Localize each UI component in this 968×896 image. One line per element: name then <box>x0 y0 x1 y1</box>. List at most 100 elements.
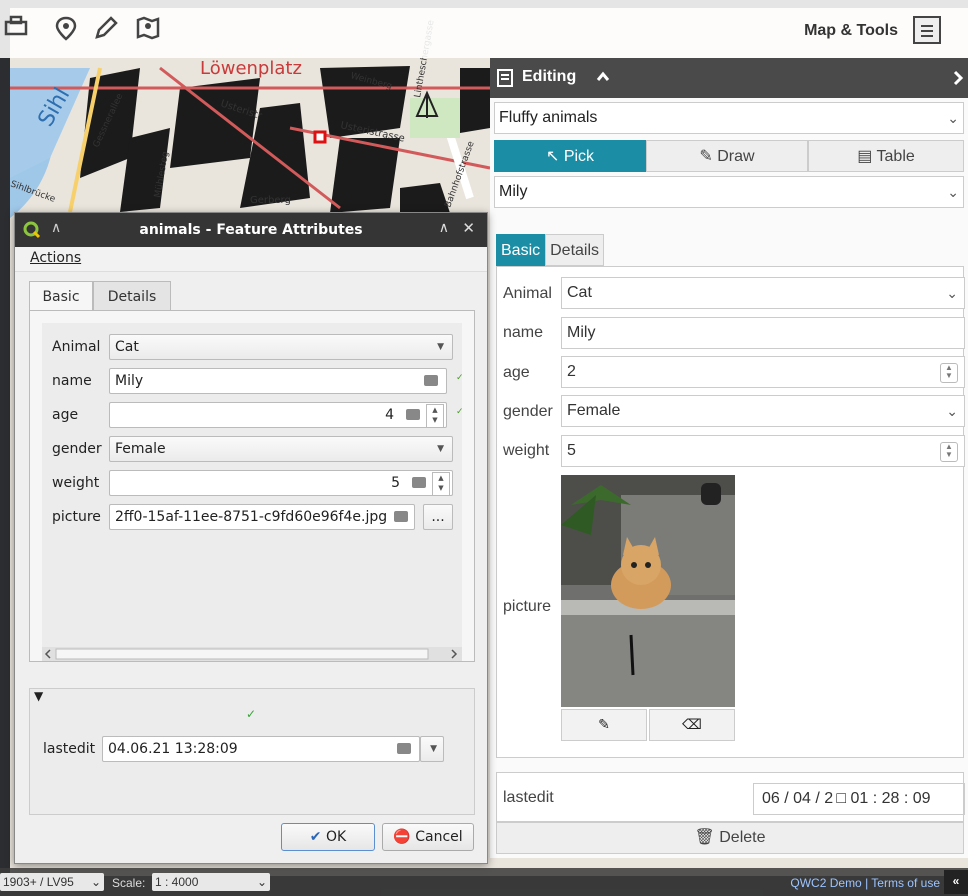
tab-basic[interactable]: Basic <box>496 234 546 266</box>
spinner-arrows-icon[interactable]: ▲ ▼ <box>432 472 450 495</box>
clear-icon[interactable] <box>394 511 408 522</box>
scale-select[interactable]: 1 : 4000 ⌄ <box>152 873 270 891</box>
dlg-name-label: name <box>52 373 92 389</box>
dlg-name-value: Mily <box>115 373 144 389</box>
chevron-down-icon: ⌄ <box>256 875 267 889</box>
age-input[interactable]: 2 ▲ ▼ <box>561 356 965 388</box>
clear-icon[interactable] <box>424 375 438 386</box>
map-label-gerberg: Gerberg <box>250 195 291 206</box>
cancel-button-label: Cancel <box>415 829 463 845</box>
editing-tabs: Basic Details <box>496 234 605 266</box>
gender-select[interactable]: Female ⌄ <box>561 395 965 427</box>
close-icon[interactable]: ✕ <box>462 219 475 237</box>
feature-attributes-dialog: ∧ animals - Feature Attributes ∧ ✕ Actio… <box>14 212 488 864</box>
chevron-down-icon: ⌄ <box>90 875 101 889</box>
dlg-age-spinbox[interactable]: 4 ▲ ▼ <box>109 402 447 428</box>
table-button[interactable]: ▤ Table <box>808 140 964 172</box>
animal-label: Animal <box>503 285 552 302</box>
dialog-titlebar[interactable]: ∧ animals - Feature Attributes ∧ ✕ <box>15 213 487 247</box>
tab-details[interactable]: Details <box>545 234 605 266</box>
layer-select-value: Fluffy animals <box>499 109 598 126</box>
dlg-lastedit-input[interactable]: 04.06.21 13:28:09 <box>102 736 420 762</box>
animal-select[interactable]: Cat ⌄ <box>561 277 965 309</box>
browse-button[interactable]: ... <box>423 504 453 530</box>
delete-button[interactable]: 🗑 Delete <box>496 822 964 854</box>
dlg-lastedit-label: lastedit <box>43 741 96 757</box>
chevron-down-icon: ⌄ <box>946 403 958 419</box>
valid-check-icon: ✓ <box>246 707 257 721</box>
top-toolbar: Map & Tools <box>0 0 968 58</box>
dialog-tab-basic[interactable]: Basic <box>29 281 93 313</box>
weight-input-value: 5 <box>567 442 576 459</box>
trash-icon: 🗑 <box>694 829 715 846</box>
datetime-dropdown[interactable]: ▼ <box>420 736 444 762</box>
feature-select[interactable]: Mily ⌄ <box>494 176 964 208</box>
spinner-arrows-icon[interactable]: ▲ ▼ <box>426 404 444 427</box>
map-pin-icon[interactable] <box>134 14 162 42</box>
measure-icon[interactable] <box>52 14 80 42</box>
lastedit-datetime-input[interactable]: 06 / 04 / 2 □ 01 : 28 : 09 <box>753 783 965 815</box>
name-label: name <box>503 324 544 341</box>
status-bar: 1903+ / LV95 ⌄ Scale: 1 : 4000 ⌄ QWC2 De… <box>0 868 968 896</box>
editing-title: Editing <box>522 68 577 85</box>
dlg-gender-value: Female <box>115 441 166 457</box>
dlg-gender-label: gender <box>52 441 102 457</box>
maximize-icon[interactable]: ∧ <box>439 220 449 236</box>
editing-icon <box>497 69 513 87</box>
age-spinner[interactable]: ▲ ▼ <box>940 363 958 383</box>
collapse-caret-icon[interactable] <box>596 71 610 83</box>
ok-button[interactable]: ✔ OK <box>281 823 375 851</box>
dlg-weight-value: 5 <box>391 475 400 491</box>
dialog-tab-details[interactable]: Details <box>93 281 171 311</box>
weight-input[interactable]: 5 ▲ ▼ <box>561 435 965 467</box>
dlg-lastedit-value: 04.06.21 13:28:09 <box>108 741 238 757</box>
footer-links[interactable]: QWC2 Demo | Terms of use <box>790 876 940 890</box>
scale-label: Scale: <box>112 876 146 890</box>
dlg-age-value: 4 <box>385 407 394 423</box>
dlg-animal-combo[interactable]: Cat ▼ <box>109 334 453 360</box>
clear-icon[interactable] <box>412 477 426 488</box>
crs-select[interactable]: 1903+ / LV95 ⌄ <box>0 873 104 891</box>
edit-photo-button[interactable]: ✎ <box>561 709 647 741</box>
pick-button[interactable]: ↖ Pick <box>494 140 646 172</box>
collapse-sidebar-button[interactable]: « <box>944 870 968 894</box>
print-icon[interactable] <box>4 14 32 42</box>
clear-icon[interactable] <box>406 409 420 420</box>
cancel-button[interactable]: ⛔ Cancel <box>382 823 474 851</box>
map-feature-marker[interactable] <box>313 130 327 144</box>
menu-button[interactable] <box>913 16 941 44</box>
draw-button[interactable]: ✎ Draw <box>646 140 808 172</box>
dlg-weight-spinbox[interactable]: 5 ▲ ▼ <box>109 470 453 496</box>
crs-select-value: 1903+ / LV95 <box>3 875 74 889</box>
pencil-icon[interactable] <box>92 14 120 42</box>
scale-select-value: 1 : 4000 <box>155 875 199 889</box>
clear-photo-button[interactable]: ⌫ <box>649 709 735 741</box>
dlg-name-input[interactable]: Mily <box>109 368 447 394</box>
editing-form: Animal Cat ⌄ name Mily age 2 ▲ ▼ gender F… <box>496 266 965 758</box>
dlg-animal-value: Cat <box>115 339 139 355</box>
editing-header: Editing <box>490 58 968 98</box>
layer-select[interactable]: Fluffy animals ⌄ <box>494 102 964 134</box>
dropdown-arrow-icon: ▼ <box>437 342 444 352</box>
weight-spinner[interactable]: ▲ ▼ <box>940 442 958 462</box>
delete-button-label: Delete <box>719 829 766 846</box>
chevron-down-icon: ⌄ <box>946 285 958 301</box>
clear-icon[interactable] <box>397 743 411 754</box>
chevron-down-icon: ⌄ <box>947 184 959 200</box>
panel-close-arrow-icon[interactable] <box>952 70 964 86</box>
checkmark-icon: ✔ <box>309 829 322 845</box>
clear-icon: ⌫ <box>682 717 702 733</box>
animal-select-value: Cat <box>567 284 592 301</box>
collapse-triangle-icon[interactable]: ▼ <box>34 689 43 703</box>
dialog-menubar: Actions <box>15 247 487 272</box>
dlg-animal-label: Animal <box>52 339 101 355</box>
dropdown-arrow-icon: ▼ <box>430 744 437 754</box>
dlg-picture-input[interactable]: 2ff0-15af-11ee-8751-c9fd60e96f4e.jpg <box>109 504 415 530</box>
horizontal-scrollbar[interactable] <box>42 647 462 661</box>
menu-actions[interactable]: Actions <box>30 250 81 266</box>
picture-label: picture <box>503 598 552 615</box>
dialog-title: animals - Feature Attributes <box>139 222 363 238</box>
dlg-gender-combo[interactable]: Female ▼ <box>109 436 453 462</box>
name-input[interactable]: Mily <box>561 317 965 349</box>
map-tools-label: Map & Tools <box>804 22 898 39</box>
